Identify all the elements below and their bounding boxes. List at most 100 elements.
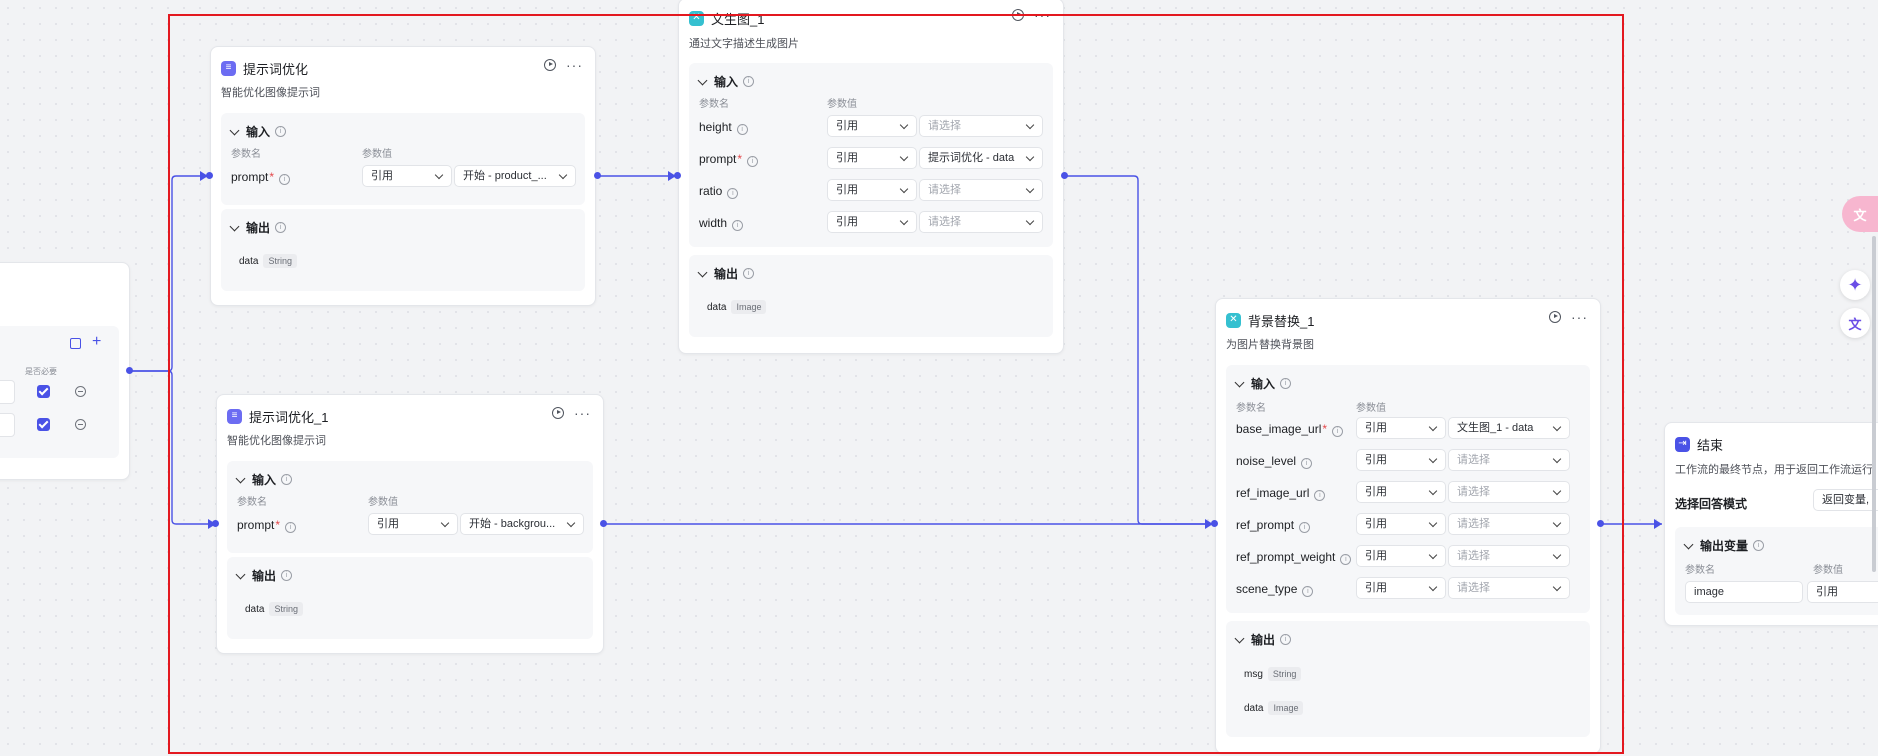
output-section-toggle[interactable]: 输出 i — [1234, 631, 1292, 648]
param-name-input[interactable]: image — [1685, 581, 1803, 603]
run-icon[interactable] — [544, 59, 556, 71]
start-col-required: 是否必要 — [25, 367, 57, 376]
more-icon[interactable]: ··· — [1571, 310, 1588, 324]
ai-assistant-button[interactable]: ✦ — [1840, 270, 1870, 300]
chevron-down-icon — [440, 518, 450, 528]
prompt-opt-1-node[interactable]: ≡ 提示词优化_1 ··· 智能优化图像提示词 输入 i 参数名 参数值 prom… — [216, 394, 604, 654]
required-checkbox[interactable] — [37, 385, 50, 398]
node-desc: 工作流的最终节点，用于返回工作流运行 — [1675, 464, 1873, 476]
chevron-down-icon — [1234, 377, 1245, 387]
output-port[interactable] — [1597, 520, 1604, 527]
value-select[interactable]: 请选择 — [1448, 577, 1570, 599]
start-node[interactable]: + 是否必要 — [0, 262, 130, 480]
value-select[interactable]: 请选择 — [1448, 513, 1570, 535]
input-port[interactable] — [212, 520, 219, 527]
output-port[interactable] — [594, 172, 601, 179]
vertical-scrollbar[interactable] — [1872, 236, 1876, 572]
output-var-toggle[interactable]: 输出变量 i — [1683, 537, 1765, 554]
start-output-port[interactable] — [126, 367, 133, 374]
output-section: 输出 i msg String data Image — [1226, 621, 1590, 737]
start-input-section: + 是否必要 — [0, 326, 119, 458]
value-select[interactable]: 请选择 — [1448, 481, 1570, 503]
prompt-opt-node[interactable]: ≡ 提示词优化 ··· 智能优化图像提示词 输入 i 参数名 参数值 prompt… — [210, 46, 596, 306]
text2img-node[interactable]: ✕ 文生图_1 ··· 通过文字描述生成图片 输入 i 参数名 参数值 heigh… — [678, 0, 1064, 354]
input-port[interactable] — [1211, 520, 1218, 527]
chevron-down-icon — [697, 75, 708, 85]
param-row: noise_level i 引用 请选择 — [1226, 449, 1590, 471]
more-icon[interactable]: ··· — [1034, 8, 1051, 22]
param-row: prompt* i 引用 开始 - backgrou... — [227, 513, 593, 535]
mode-select[interactable]: 引用 — [1356, 449, 1446, 471]
end-node[interactable]: ⇥ 结束 工作流的最终节点，用于返回工作流运行 选择回答模式 返回变量, 输出变… — [1664, 422, 1878, 626]
start-field-input[interactable] — [0, 413, 15, 437]
output-section-toggle[interactable]: 输出 i — [235, 567, 293, 584]
chevron-down-icon — [1025, 120, 1035, 130]
run-icon[interactable] — [1012, 9, 1024, 21]
output-port[interactable] — [600, 520, 607, 527]
mode-select[interactable]: 引用 — [1356, 545, 1446, 567]
bg-replace-node[interactable]: ✕ 背景替换_1 ··· 为图片替换背景图 输入 i 参数名 参数值 base_i… — [1215, 298, 1601, 754]
value-select[interactable]: 请选择 — [919, 179, 1043, 201]
output-section-toggle[interactable]: 输出 i — [229, 219, 287, 236]
chevron-down-icon — [235, 473, 246, 483]
value-select[interactable]: 请选择 — [919, 211, 1043, 233]
mode-select[interactable]: 引用 — [362, 165, 452, 187]
value-select[interactable]: 请选择 — [1448, 545, 1570, 567]
section-label: 输入 — [252, 473, 277, 487]
translate-pink-button[interactable]: 文 — [1842, 196, 1878, 232]
remove-row-icon[interactable] — [75, 419, 86, 430]
chevron-down-icon — [899, 120, 909, 130]
value-select[interactable]: 请选择 — [919, 115, 1043, 137]
image-node-icon: ✕ — [1226, 312, 1241, 328]
required-checkbox[interactable] — [37, 418, 50, 431]
output-section-toggle[interactable]: 输出 i — [697, 265, 755, 282]
mode-select[interactable]: 引用 — [1356, 577, 1446, 599]
input-port[interactable] — [206, 172, 213, 179]
col-param-value: 参数值 — [368, 497, 398, 508]
mode-select[interactable]: 引用 — [827, 147, 917, 169]
remove-row-icon[interactable] — [75, 386, 86, 397]
chevron-down-icon — [899, 184, 909, 194]
info-icon: i — [1753, 540, 1765, 551]
output-var-section: 输出变量 i 参数名 参数值 image 引用 — [1675, 527, 1878, 615]
input-port[interactable] — [674, 172, 681, 179]
input-section-toggle[interactable]: 输入 i — [1234, 375, 1292, 392]
value-select[interactable]: 开始 - product_... — [454, 165, 576, 187]
chevron-down-icon — [1683, 539, 1694, 549]
start-field-input[interactable] — [0, 380, 15, 404]
col-param-name: 参数名 — [231, 149, 261, 160]
chevron-down-icon — [558, 170, 568, 180]
info-icon: i — [1280, 634, 1292, 645]
add-icon[interactable]: + — [92, 334, 101, 350]
chevron-down-icon — [1428, 454, 1438, 464]
answer-mode-select[interactable]: 返回变量, — [1813, 489, 1878, 511]
param-name: prompt* i — [237, 518, 297, 533]
mode-select[interactable]: 引用 — [1356, 417, 1446, 439]
run-icon[interactable] — [1549, 311, 1561, 323]
mode-select[interactable]: 引用 — [1807, 581, 1878, 603]
value-select[interactable]: 文生图_1 - data — [1448, 417, 1570, 439]
value-select[interactable]: 请选择 — [1448, 449, 1570, 471]
mode-select[interactable]: 引用 — [368, 513, 458, 535]
value-select[interactable]: 开始 - backgrou... — [460, 513, 584, 535]
output-port[interactable] — [1061, 172, 1068, 179]
chevron-down-icon — [1428, 422, 1438, 432]
input-section-toggle[interactable]: 输入 i — [235, 471, 293, 488]
input-section-toggle[interactable]: 输入 i — [697, 73, 755, 90]
param-name: ref_image_url i — [1236, 486, 1326, 501]
import-icon[interactable] — [70, 338, 81, 349]
translate-button[interactable]: 文 — [1840, 308, 1870, 338]
more-icon[interactable]: ··· — [574, 406, 591, 420]
mode-select[interactable]: 引用 — [1356, 513, 1446, 535]
run-icon[interactable] — [552, 407, 564, 419]
workflow-canvas[interactable]: + 是否必要 ≡ 提示词优化 ··· 智能优化图像提示词 输入 i 参数名 参数值 — [0, 0, 1878, 756]
mode-select[interactable]: 引用 — [827, 115, 917, 137]
more-icon[interactable]: ··· — [566, 58, 583, 72]
input-section-toggle[interactable]: 输入 i — [229, 123, 287, 140]
output-var: data String — [239, 254, 297, 268]
section-label: 输出 — [246, 221, 271, 235]
mode-select[interactable]: 引用 — [1356, 481, 1446, 503]
mode-select[interactable]: 引用 — [827, 211, 917, 233]
mode-select[interactable]: 引用 — [827, 179, 917, 201]
value-select[interactable]: 提示词优化 - data — [919, 147, 1043, 169]
